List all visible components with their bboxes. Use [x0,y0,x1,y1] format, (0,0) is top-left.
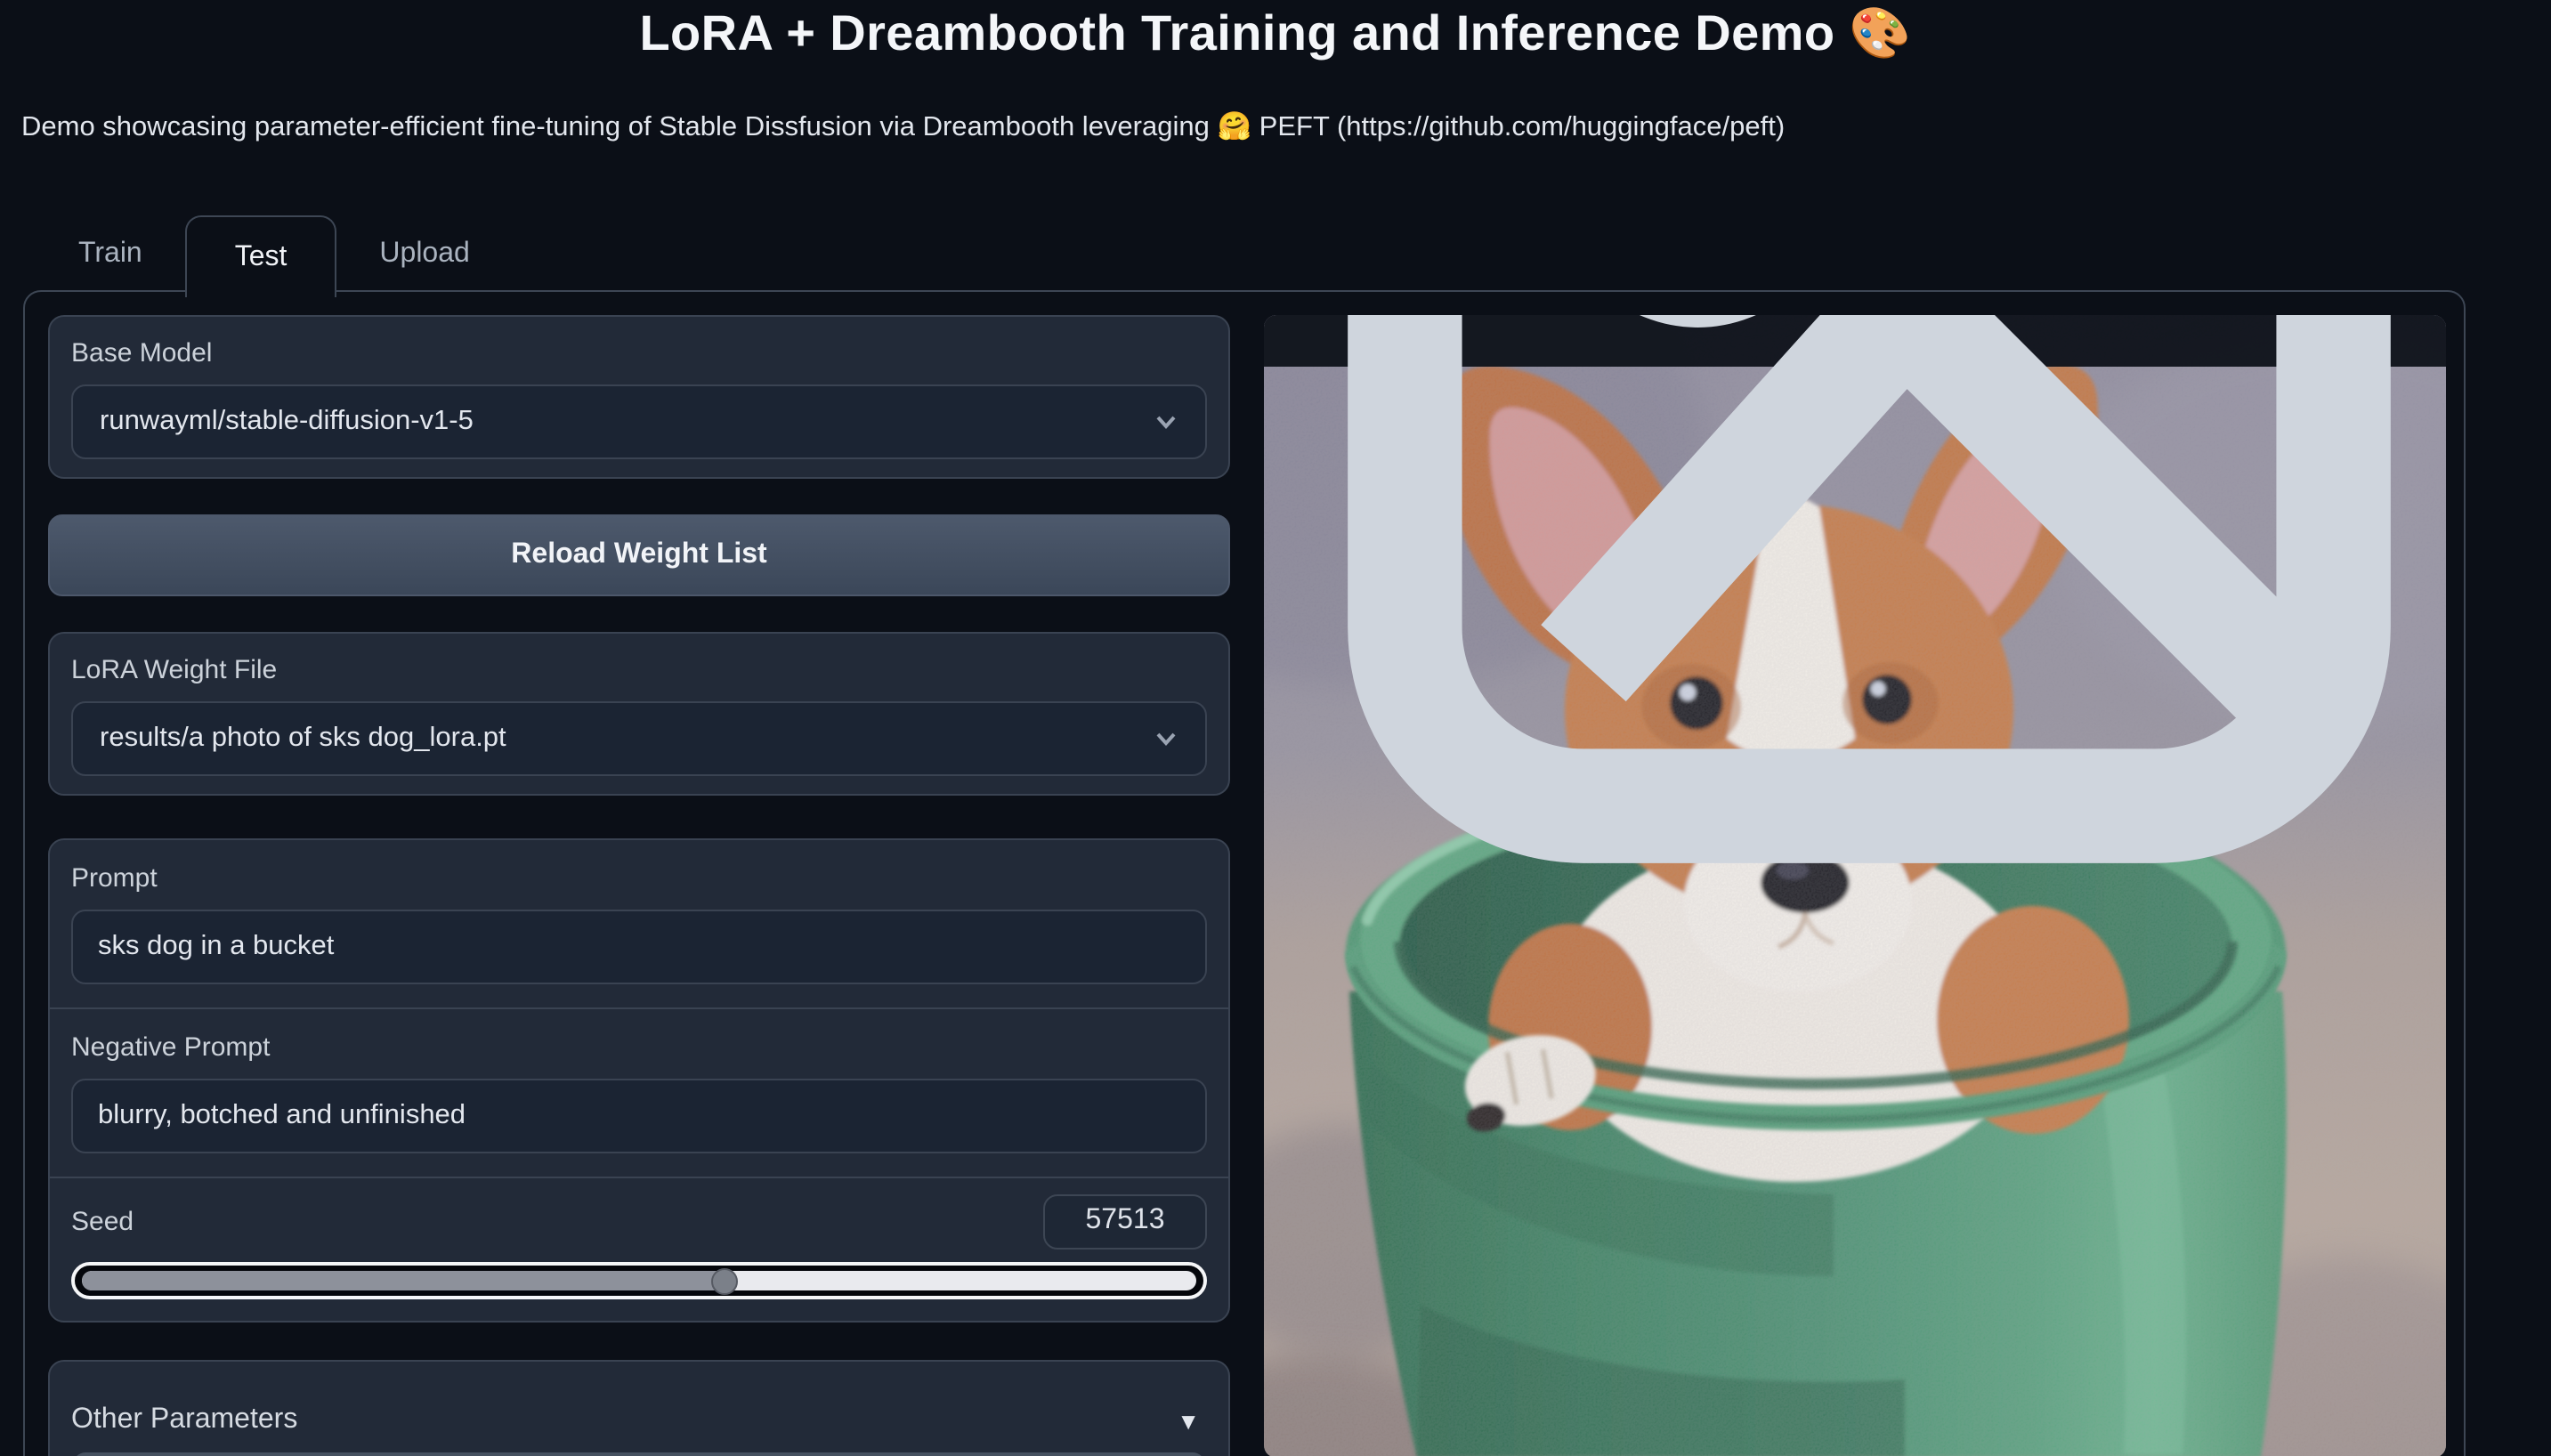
page-title: LoRA + Dreambooth Training and Inference… [0,4,2551,62]
result-image[interactable]: Result [1264,315,2446,1456]
tab-train[interactable]: Train [36,215,185,294]
prompt-settings-group: Prompt Negative Prompt Seed [48,838,1230,1323]
other-parameters-label: Other Parameters [71,1404,297,1436]
base-model-group: Base Model runwayml/stable-diffusion-v1-… [48,315,1230,479]
base-model-dropdown[interactable]: runwayml/stable-diffusion-v1-5 [71,384,1207,459]
seed-slider-fill [82,1271,723,1290]
seed-label: Seed [71,1206,134,1236]
result-label-badge: Result [1264,315,2446,367]
reload-weight-list-button[interactable]: Reload Weight List [48,514,1230,596]
prompt-input[interactable] [71,910,1207,984]
negative-prompt-label: Negative Prompt [71,1032,1207,1063]
seed-slider[interactable] [71,1262,1207,1299]
lora-weight-label: LoRA Weight File [71,655,1207,685]
app-window: LoRA + Dreambooth Training and Inference… [0,0,2551,1456]
lora-weight-value: results/a photo of sks dog_lora.pt [100,723,506,755]
negative-prompt-field-block: Negative Prompt [50,1009,1228,1178]
tab-test[interactable]: Test [185,215,337,297]
base-model-value: runwayml/stable-diffusion-v1-5 [100,406,474,438]
tab-content-panel: Base Model runwayml/stable-diffusion-v1-… [23,290,2466,1456]
partial-element-bottom[interactable] [73,1452,1205,1456]
lora-weight-group: LoRA Weight File results/a photo of sks … [48,632,1230,796]
other-parameters-header[interactable]: Other Parameters ▼ [50,1362,1228,1436]
base-model-label: Base Model [71,338,1207,368]
tab-upload[interactable]: Upload [336,215,512,294]
seed-number-input[interactable] [1043,1193,1207,1249]
other-parameters-accordion: Other Parameters ▼ [48,1360,1230,1456]
page-subtitle: Demo showcasing parameter-efficient fine… [21,110,2336,144]
chevron-down-icon [1154,726,1178,751]
tab-bar: Train Test Upload [36,215,513,294]
lora-weight-dropdown[interactable]: results/a photo of sks dog_lora.pt [71,701,1207,776]
chevron-down-icon [1154,409,1178,434]
image-icon [1278,315,2446,912]
seed-slider-thumb[interactable] [710,1267,737,1294]
seed-block: Seed [50,1178,1228,1317]
negative-prompt-input[interactable] [71,1079,1207,1153]
accordion-collapse-icon: ▼ [1177,1407,1200,1434]
prompt-label: Prompt [71,863,1207,894]
seed-slider-track[interactable] [82,1271,1196,1290]
prompt-field-block: Prompt [50,840,1228,1009]
